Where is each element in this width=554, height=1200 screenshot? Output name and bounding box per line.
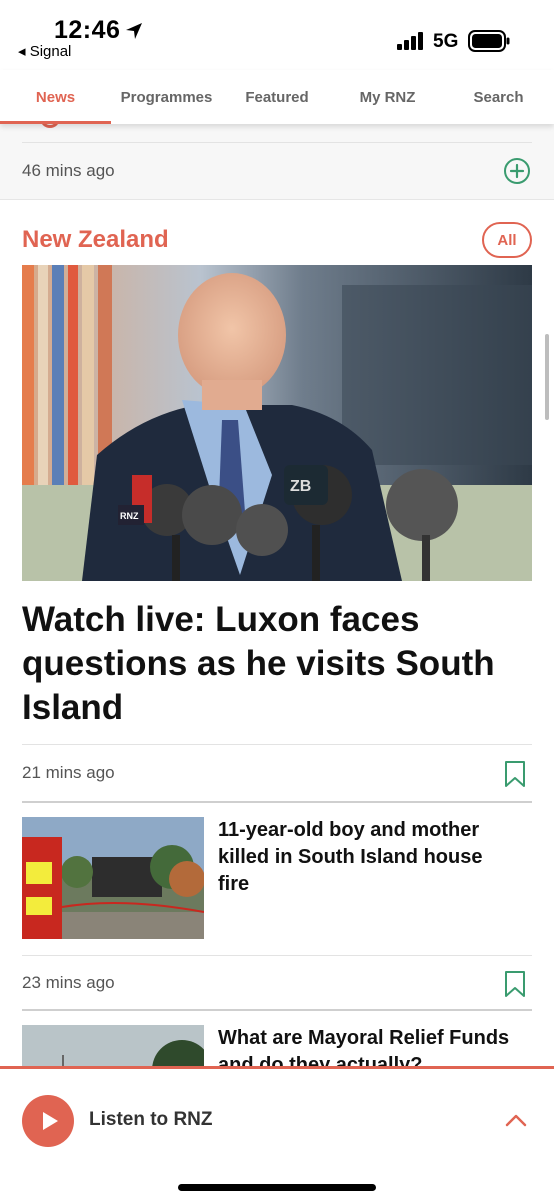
divider bbox=[22, 142, 532, 143]
location-arrow-icon bbox=[126, 23, 142, 39]
fire-scene-photo bbox=[22, 817, 204, 939]
divider bbox=[22, 801, 532, 803]
all-button[interactable]: All bbox=[482, 222, 532, 258]
story-thumbnail[interactable] bbox=[22, 1025, 204, 1066]
plus-circle-icon[interactable] bbox=[503, 157, 531, 185]
divider bbox=[22, 955, 532, 956]
story-headline[interactable]: 11-year-old boy and mother killed in Sou… bbox=[218, 817, 518, 898]
tab-programmes[interactable]: Programmes bbox=[111, 70, 222, 124]
story-row-partial: What are Mayoral Relief Funds and do the… bbox=[0, 1010, 554, 1066]
clock: 12:46 bbox=[54, 16, 121, 44]
svg-text:ZB: ZB bbox=[290, 478, 311, 495]
tab-featured[interactable]: Featured bbox=[222, 70, 332, 124]
scrollbar[interactable] bbox=[545, 334, 549, 420]
divider bbox=[22, 744, 532, 745]
bookmark-icon[interactable] bbox=[504, 970, 526, 998]
svg-text:RNZ: RNZ bbox=[120, 511, 139, 521]
listen-label[interactable]: Listen to RNZ bbox=[89, 1109, 213, 1131]
battery-icon bbox=[468, 30, 510, 52]
hero-image[interactable]: ZB RNZ bbox=[22, 265, 532, 581]
previous-story-footer: 46 mins ago bbox=[0, 112, 554, 200]
cellular-signal-icon bbox=[397, 32, 423, 50]
landscape-photo bbox=[22, 1025, 204, 1066]
hero-timestamp: 21 mins ago bbox=[22, 763, 115, 782]
tab-my-rnz[interactable]: My RNZ bbox=[332, 70, 443, 124]
tab-news[interactable]: News bbox=[0, 70, 111, 124]
audio-player-bar[interactable]: Listen to RNZ bbox=[0, 1066, 554, 1200]
play-icon bbox=[43, 1112, 58, 1130]
chevron-up-icon[interactable] bbox=[504, 1112, 528, 1128]
back-to-app-link[interactable]: ◂ Signal bbox=[18, 42, 71, 60]
network-type: 5G bbox=[433, 31, 459, 52]
home-indicator[interactable] bbox=[178, 1184, 376, 1191]
story-timestamp: 46 mins ago bbox=[22, 161, 115, 180]
tab-search[interactable]: Search bbox=[443, 70, 554, 124]
tab-bar: News Programmes Featured My RNZ Search bbox=[0, 70, 554, 124]
story-timestamp: 23 mins ago bbox=[22, 973, 115, 992]
hero-headline[interactable]: Watch live: Luxon faces questions as he … bbox=[22, 598, 532, 730]
story-thumbnail[interactable] bbox=[22, 817, 204, 939]
status-bar: 12:46 ◂ Signal 5G bbox=[0, 0, 554, 68]
press-conference-photo: ZB RNZ bbox=[22, 265, 532, 581]
section-title: New Zealand bbox=[22, 226, 169, 253]
bookmark-icon[interactable] bbox=[504, 760, 526, 788]
story-headline[interactable]: What are Mayoral Relief Funds and do the… bbox=[218, 1025, 518, 1066]
active-tab-indicator bbox=[0, 121, 111, 124]
